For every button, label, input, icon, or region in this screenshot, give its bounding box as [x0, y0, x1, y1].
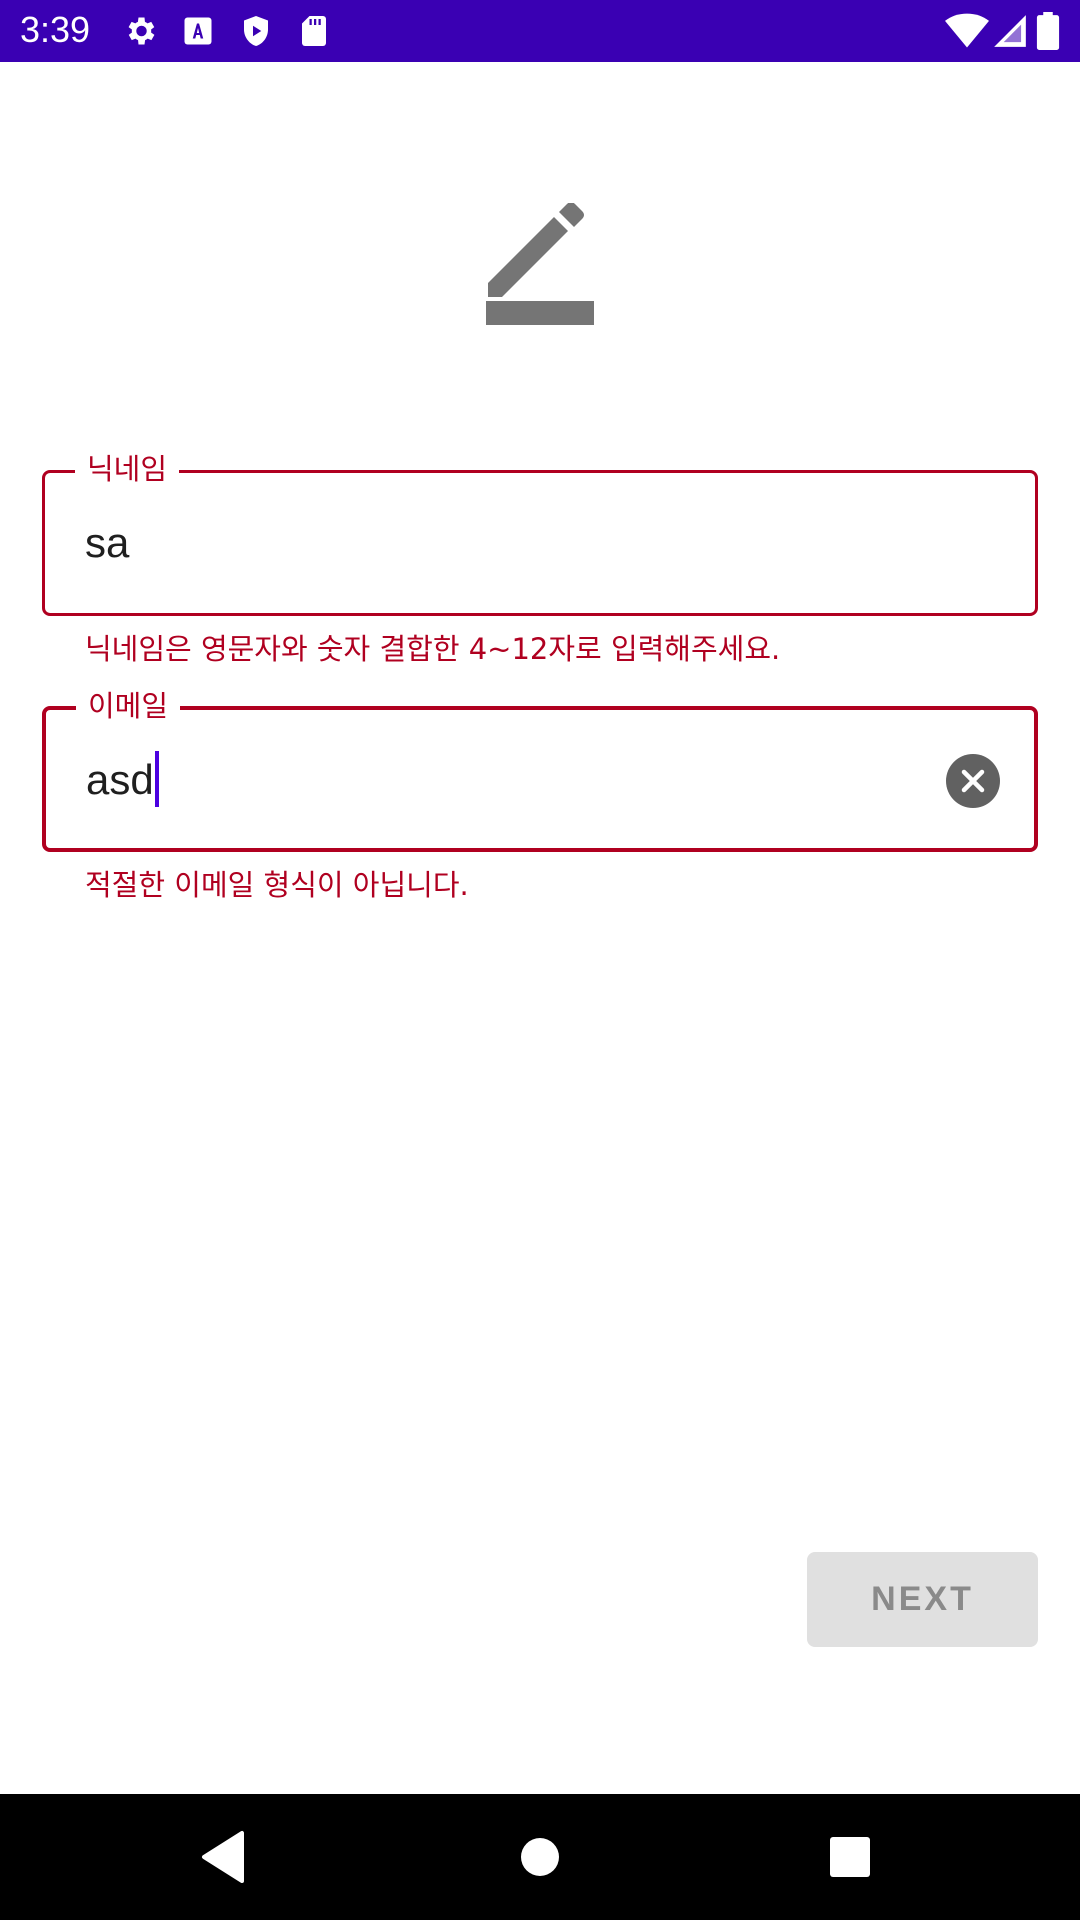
nickname-input[interactable]: sa — [85, 517, 129, 569]
status-time: 3:39 — [20, 9, 91, 50]
nickname-error-text: 닉네임은 영문자와 숫자 결합한 4~12자로 입력해주세요. — [85, 632, 781, 666]
font-a-icon — [184, 17, 212, 45]
home-circle-icon[interactable] — [507, 1824, 573, 1890]
edit-pencil-icon — [486, 203, 594, 325]
status-bar: 3:39 — [0, 0, 1080, 62]
navigation-bar — [0, 1794, 1080, 1920]
next-button[interactable]: NEXT — [807, 1552, 1038, 1647]
sd-card-icon — [302, 16, 326, 46]
settings-gear-icon — [128, 17, 155, 45]
email-value: asd — [86, 756, 154, 803]
clear-text-button[interactable] — [946, 754, 1000, 808]
play-shield-icon — [244, 16, 268, 46]
back-triangle-icon[interactable] — [192, 1824, 258, 1890]
email-input[interactable]: asd — [86, 750, 159, 807]
clear-circle-icon — [961, 769, 985, 793]
battery-icon — [1036, 12, 1060, 50]
nickname-label: 닉네임 — [75, 451, 180, 487]
email-label: 이메일 — [76, 688, 181, 724]
nickname-field[interactable]: 닉네임 sa — [42, 451, 1038, 616]
email-field[interactable]: 이메일 asd — [42, 688, 1038, 852]
wifi-icon — [945, 13, 989, 48]
recents-square-icon[interactable] — [817, 1824, 883, 1890]
cellular-signal-icon — [994, 15, 1026, 47]
text-cursor — [154, 750, 159, 807]
email-error-text: 적절한 이메일 형식이 아닙니다. — [85, 868, 469, 902]
